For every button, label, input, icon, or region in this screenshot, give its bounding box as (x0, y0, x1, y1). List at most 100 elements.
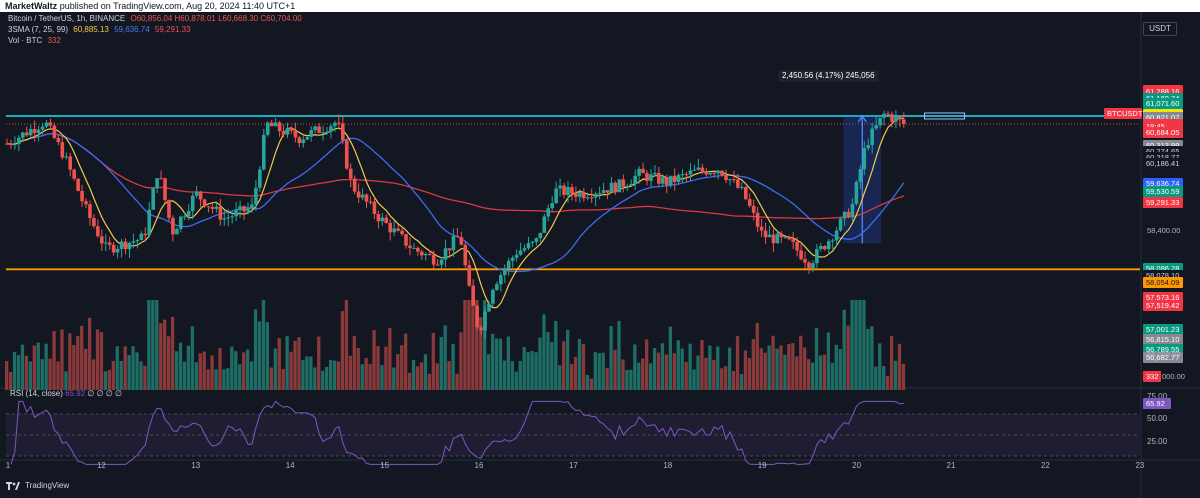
volume-bar (897, 343, 902, 390)
time-tick-17: 17 (568, 461, 578, 470)
volume-value-box: 332 (1143, 371, 1161, 382)
volume-bar (163, 319, 167, 390)
volume-bar (648, 363, 653, 390)
candle-body (273, 122, 278, 127)
candle-body (376, 213, 381, 222)
volume-bar (810, 362, 815, 390)
volume-bar (435, 363, 439, 390)
volume-bar (791, 343, 795, 390)
volume-bar (609, 326, 613, 390)
candle-body (696, 167, 701, 170)
volume-bar (174, 351, 179, 390)
volume-bar (656, 352, 661, 390)
volume-bar (56, 361, 60, 390)
volume-bar (238, 364, 242, 390)
candle-body (755, 212, 760, 227)
candle-body (68, 156, 73, 170)
candle-body (447, 248, 452, 251)
candle-body (210, 207, 215, 209)
candle-body (637, 168, 641, 176)
candle-body (36, 129, 41, 133)
volume-bar (672, 353, 676, 390)
volume-bar (621, 359, 625, 390)
candle-body (522, 248, 527, 251)
volume-bar (522, 346, 526, 390)
candle-body (795, 241, 799, 251)
volume-bar (747, 357, 752, 390)
volume-bar (874, 366, 878, 390)
candle-body (341, 123, 345, 141)
volume-bar (530, 350, 534, 390)
candle-body (621, 179, 626, 187)
volume-bar (739, 374, 744, 390)
candle-body (736, 179, 740, 188)
candle-body (416, 247, 420, 252)
candle-body (171, 217, 175, 235)
candle-body (471, 285, 475, 306)
candle-body (728, 179, 732, 181)
volume-bar (186, 345, 191, 390)
volume-bar (708, 345, 712, 390)
volume-bar (8, 371, 13, 390)
volume-bar (506, 336, 511, 390)
volume-bar (712, 359, 716, 390)
author-name[interactable]: MarketWaltz (5, 1, 57, 11)
currency-selector[interactable]: USDT (1143, 22, 1177, 36)
volume-bar (332, 360, 337, 390)
symbol-tag: BTCUSDT (1104, 108, 1142, 119)
volume-bar (451, 343, 455, 390)
candle-body (546, 208, 551, 217)
candle-body (803, 259, 807, 263)
axis-label-volume: 000.00 (1162, 372, 1185, 381)
volume-bar (486, 354, 491, 390)
time-tick-22: 22 (1040, 461, 1050, 470)
candle-body (767, 234, 772, 238)
volume-bar (573, 356, 578, 390)
candle-body (578, 192, 582, 197)
candle-body (186, 211, 191, 217)
candle-body (333, 122, 337, 127)
legend-vol-name[interactable]: Vol · BTC (8, 36, 42, 45)
volume-bar (40, 359, 44, 390)
rsi-value-box: 65.92 (1143, 398, 1171, 409)
volume-bar (727, 347, 732, 390)
candle-body (392, 228, 396, 233)
rsi-label[interactable]: RSI (14, close) (10, 389, 63, 398)
volume-bar (249, 361, 254, 390)
branding-text: TradingView (25, 481, 70, 490)
volume-bar (68, 333, 72, 390)
volume-bar (182, 361, 187, 390)
volume-bar (178, 342, 183, 390)
candle-body (570, 187, 574, 194)
volume-bar (159, 323, 163, 390)
candle-body (708, 172, 713, 175)
volume-bar (230, 346, 234, 390)
legend-ohlc: O60,856.04 H60,878.01 L60,668.30 C60,704… (130, 14, 302, 23)
volume-bar (20, 344, 25, 390)
volume-bar (24, 355, 29, 390)
volume-bar (664, 354, 669, 390)
candle-body (799, 250, 803, 260)
volume-bar (696, 355, 700, 390)
volume-bar (32, 345, 36, 390)
candle-body (356, 191, 361, 198)
price-chart[interactable] (0, 12, 1200, 498)
volume-bar (882, 366, 886, 390)
volume-bar (5, 361, 9, 390)
volume-bar (652, 348, 657, 390)
rsi-level-50: 50.00 (1147, 414, 1168, 423)
volume-bar (155, 300, 159, 390)
time-tick-1: 1 (5, 461, 11, 470)
candle-body (423, 254, 428, 256)
legend-symbol[interactable]: Bitcoin / TetherUS, 1h, BINANCE (8, 14, 125, 23)
candle-body (581, 192, 586, 199)
candle-body (352, 178, 357, 192)
candle-body (13, 144, 17, 146)
rsi-legend: RSI (14, close) 65.92 ∅ ∅ ∅ ∅ (10, 389, 122, 398)
volume-bar (799, 335, 803, 390)
price-box: 61,071.60 (1143, 98, 1183, 110)
volume-bar (328, 360, 333, 390)
candle-body (775, 233, 780, 244)
volume-bar (234, 351, 238, 390)
legend-sma-name[interactable]: 3SMA (7, 25, 99) (8, 25, 68, 34)
